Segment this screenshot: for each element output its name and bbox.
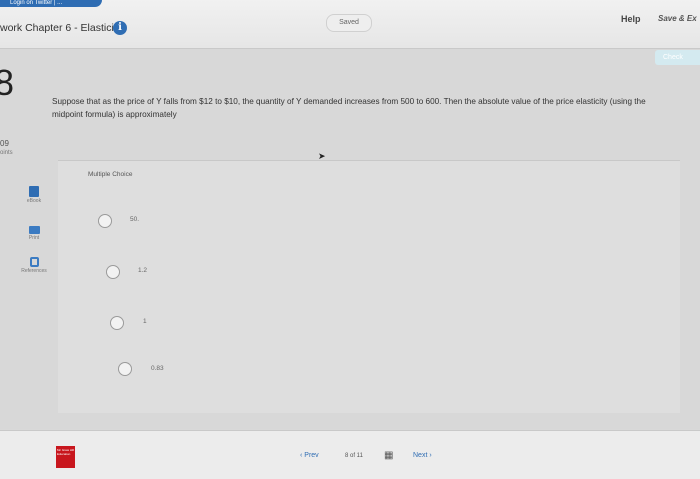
check-my-work-button[interactable]: Check (655, 50, 700, 65)
answer-option-text: 50. (130, 216, 140, 223)
question-number: 8 (0, 62, 15, 103)
page-indicator: 8 of 11 (345, 453, 363, 459)
answer-option-radio[interactable] (98, 214, 112, 228)
print-label: Print (28, 235, 40, 241)
assignment-title: work Chapter 6 - Elasticity (0, 22, 122, 34)
answer-option-radio[interactable] (110, 316, 124, 330)
ebook-button[interactable]: eBook (12, 186, 56, 204)
points-value: 09 (0, 139, 9, 148)
mcgraw-hill-logo: Mc Graw Hill Education (56, 446, 75, 468)
ebook-icon (29, 186, 39, 197)
info-icon[interactable]: i (113, 21, 127, 35)
next-button[interactable]: Next › (413, 452, 432, 459)
references-button[interactable]: References (12, 257, 56, 274)
grid-icon[interactable]: ▦ (384, 451, 393, 461)
help-link[interactable]: Help (621, 14, 641, 24)
answer-option-radio[interactable] (118, 362, 132, 376)
answer-option-text: 1.2 (138, 267, 148, 274)
question-text: Suppose that as the price of Y falls fro… (52, 97, 646, 119)
multiple-choice-label: Multiple Choice (88, 171, 133, 178)
save-exit-button[interactable]: Save & Ex (658, 14, 697, 23)
answer-panel (58, 160, 680, 413)
references-icon (29, 257, 39, 267)
answer-option-text: 1 (143, 318, 147, 325)
chevron-right-icon: › (427, 452, 432, 459)
answer-option-radio[interactable] (106, 265, 120, 279)
answer-option-text: 0.83 (151, 365, 164, 372)
points-label: oints (0, 150, 13, 156)
top-bar: Login on Twitter | ... work Chapter 6 - … (0, 0, 700, 49)
mouse-cursor-icon: ➤ (318, 151, 326, 161)
ebook-label: eBook (26, 198, 42, 204)
prev-label: Prev (304, 452, 319, 459)
references-label: References (21, 268, 47, 274)
login-tab[interactable]: Login on Twitter | ... (0, 0, 102, 7)
print-button[interactable]: Print (12, 226, 56, 241)
next-label: Next (413, 452, 428, 459)
prev-button[interactable]: ‹ Prev (300, 452, 319, 459)
print-icon (28, 226, 40, 234)
saved-status-badge: Saved (326, 14, 372, 32)
